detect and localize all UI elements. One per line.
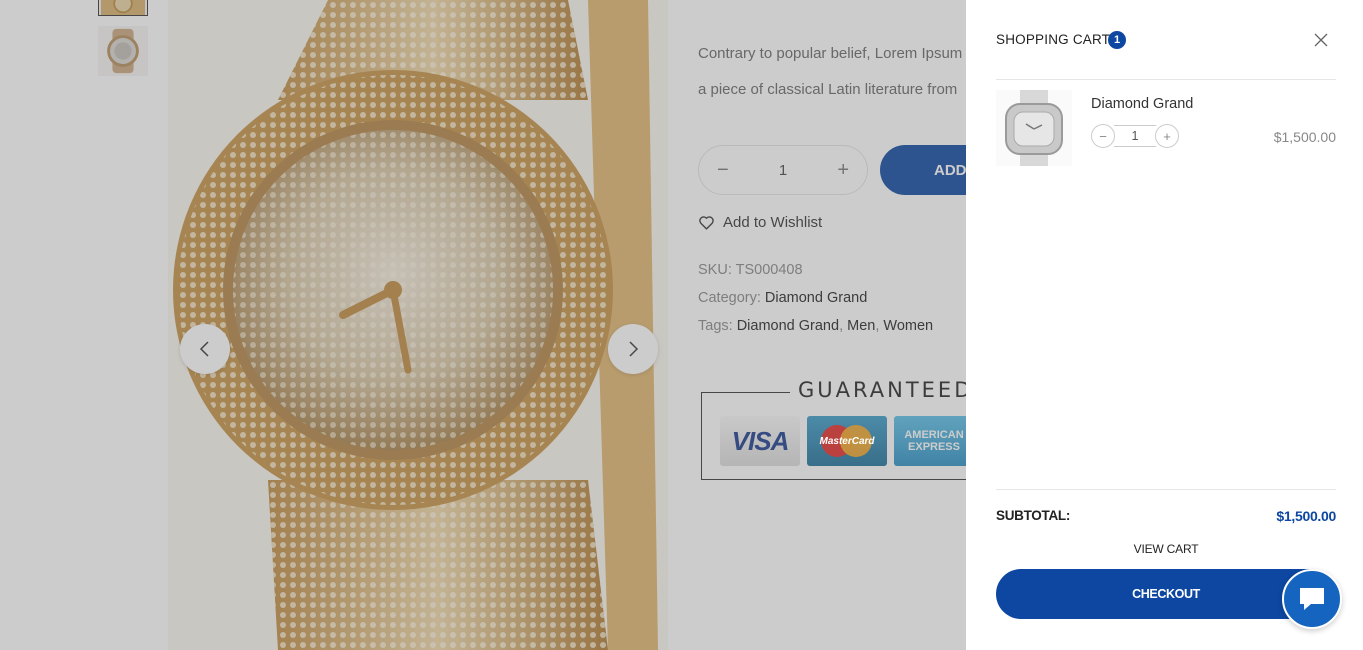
cart-drawer: SHOPPING CART 1 Diamond Grand − 1 + $1,5… — [966, 0, 1363, 650]
cart-title: SHOPPING CART — [996, 32, 1111, 47]
close-icon — [1314, 33, 1328, 47]
chat-bubble-icon — [1300, 588, 1324, 610]
view-cart-link[interactable]: VIEW CART — [996, 542, 1336, 556]
cart-header: SHOPPING CART 1 — [996, 30, 1336, 80]
cart-item-price: $1,500.00 — [1273, 129, 1336, 145]
subtotal-row: SUBTOTAL: $1,500.00 — [996, 489, 1336, 524]
minus-icon[interactable]: − — [1091, 124, 1115, 148]
cart-item: Diamond Grand − 1 + $1,500.00 — [996, 90, 1336, 166]
cart-item-quantity-stepper[interactable]: − 1 + — [1091, 124, 1181, 148]
plus-icon[interactable]: + — [1155, 124, 1179, 148]
cart-count-badge: 1 — [1108, 31, 1126, 49]
cart-item-image[interactable] — [996, 90, 1072, 166]
cart-item-name[interactable]: Diamond Grand — [1091, 96, 1193, 112]
mastercard-label: MasterCard — [819, 435, 875, 447]
chat-button[interactable] — [1282, 569, 1342, 629]
subtotal-value: $1,500.00 — [1276, 508, 1336, 524]
cart-item-quantity[interactable]: 1 — [1114, 125, 1156, 147]
drawer-backdrop[interactable] — [0, 0, 966, 650]
close-cart-button[interactable] — [1314, 33, 1328, 47]
subtotal-label: SUBTOTAL: — [996, 508, 1071, 523]
